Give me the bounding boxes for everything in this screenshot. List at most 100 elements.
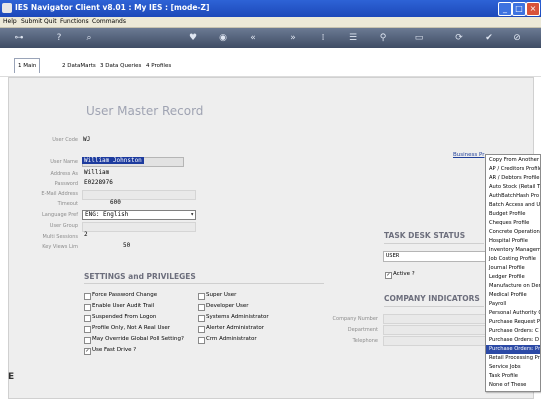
company-number-label: Company Number [332, 316, 378, 322]
fast-drive-label: Use Fast Drive ? [92, 347, 137, 353]
timeout-value[interactable]: 600 [110, 199, 121, 206]
context-menu-item[interactable]: AR / Debtors Profile [489, 174, 540, 183]
company-number-field[interactable] [383, 314, 487, 324]
super-user-checkbox[interactable] [198, 293, 205, 300]
prev-icon[interactable]: ◉ [216, 31, 230, 45]
menu-functions[interactable]: Functions [60, 18, 89, 25]
context-menu-item[interactable]: Payroll [489, 300, 540, 309]
user-name-value[interactable]: William Johnston [82, 157, 144, 164]
address-as-label: Address As [50, 171, 78, 177]
crm-admin-label: Crm Administrator [206, 336, 257, 342]
print-icon[interactable]: ▭ [412, 31, 426, 45]
menu-help[interactable]: Help [3, 18, 17, 25]
tab-datamarts[interactable]: 2 DataMarts [58, 58, 100, 74]
audit-trail-checkbox[interactable] [84, 304, 91, 311]
minimize-button[interactable]: _ [498, 2, 512, 16]
context-menu-item[interactable]: Purchase Orders: D [489, 336, 540, 345]
force-password-checkbox[interactable] [84, 293, 91, 300]
context-menu-item[interactable]: Ledger Profile [489, 273, 540, 282]
crm-admin-checkbox[interactable] [198, 337, 205, 344]
key-views-value[interactable]: 50 [123, 242, 130, 249]
password-value[interactable]: E0228976 [84, 179, 113, 186]
key-icon[interactable]: ⊶ [8, 31, 30, 45]
user-name-label: User Name [50, 159, 78, 165]
close-button[interactable]: × [526, 2, 540, 16]
first-icon[interactable]: « [246, 31, 260, 45]
context-menu-item[interactable]: Cheques Profile [489, 219, 540, 228]
accept-icon[interactable]: ✔ [482, 31, 496, 45]
maximize-button[interactable]: □ [512, 2, 526, 16]
last-icon[interactable]: » [286, 31, 300, 45]
business-profile-link[interactable]: Business Pr [453, 152, 484, 158]
context-menu-item[interactable]: Journal Profile [489, 264, 540, 273]
override-poll-label: May Override Global Poll Setting? [92, 336, 184, 342]
refresh-icon[interactable]: ⟳ [452, 31, 466, 45]
override-poll-checkbox[interactable] [84, 337, 91, 344]
help-icon[interactable]: ? [52, 31, 66, 45]
context-menu-item[interactable]: Purchase Orders: Pr [486, 345, 540, 354]
context-menu-item[interactable]: None of These [489, 381, 540, 390]
context-menu-item[interactable]: Retail Processing Pro [489, 354, 540, 363]
tab-data-queries[interactable]: 3 Data Queries [96, 58, 145, 74]
menu-quit[interactable]: Quit [44, 18, 57, 25]
context-menu-item[interactable]: Task Profile [489, 372, 540, 381]
context-menu-item[interactable]: Inventory Managem [489, 246, 540, 255]
task-desk-field[interactable]: USER [383, 251, 487, 262]
language-label: Language Pref [42, 212, 78, 218]
user-code-value[interactable]: WJ [83, 136, 90, 143]
tab-main[interactable]: 1 Main [14, 58, 41, 73]
context-menu-item[interactable]: Copy From Another [489, 156, 540, 165]
context-menu-item[interactable]: Hospital Profile [489, 237, 540, 246]
search-icon[interactable]: ⌕ [82, 31, 96, 45]
timeout-label: Timeout [57, 201, 78, 207]
menu-submit[interactable]: Submit [21, 18, 42, 25]
context-menu-item[interactable]: Budget Profile [489, 210, 540, 219]
list-icon[interactable]: ☰ [346, 31, 360, 45]
filter-icon[interactable]: ⚲ [376, 31, 390, 45]
language-value: ENG: English [85, 211, 129, 218]
context-menu-item[interactable]: Personal Authority C [489, 309, 540, 318]
heart-icon[interactable]: ♥ [186, 31, 200, 45]
context-menu-item[interactable]: Concrete Operation [489, 228, 540, 237]
active-checkbox[interactable]: ✓ [385, 272, 392, 279]
e-logo-icon: E [8, 372, 15, 382]
force-password-label: Force Password Change [92, 292, 158, 298]
department-field[interactable] [383, 325, 487, 335]
multi-sessions-value[interactable]: 2 [84, 231, 88, 238]
developer-user-checkbox[interactable] [198, 304, 205, 311]
context-menu-item[interactable]: Batch Access and U [489, 201, 540, 210]
user-group-field[interactable] [82, 222, 196, 232]
context-menu-item[interactable]: Purchase Request P [489, 318, 540, 327]
cancel-icon[interactable]: ⊘ [510, 31, 524, 45]
user-group-label: User Group [49, 223, 78, 229]
language-select[interactable]: ENG: English ▾ [82, 210, 196, 220]
profile-only-label: Profile Only, Not A Real User [92, 325, 170, 331]
menu-commands[interactable]: Commands [92, 18, 126, 25]
next-icon[interactable]: ⁞ [316, 31, 330, 45]
context-menu-item[interactable]: Auto Stock (Retail T [489, 183, 540, 192]
address-as-value[interactable]: William [84, 169, 109, 176]
page-title: User Master Record [86, 104, 204, 118]
alerter-admin-checkbox[interactable] [198, 326, 205, 333]
context-menu-item[interactable]: Manufacture on Den [489, 282, 540, 291]
key-views-label: Key Views Lim [42, 244, 78, 250]
tab-profiles[interactable]: 4 Profiles [142, 58, 175, 74]
email-field[interactable] [82, 190, 196, 200]
profile-only-checkbox[interactable] [84, 326, 91, 333]
context-menu-item[interactable]: Medical Profile [489, 291, 540, 300]
context-menu-item[interactable]: AP / Creditors Profile [489, 165, 540, 174]
context-menu-item[interactable]: Purchase Orders: C [489, 327, 540, 336]
window-title: IES Navigator Client v8.01 : My IES : [m… [15, 3, 210, 12]
super-user-label: Super User [206, 292, 237, 298]
context-menu-item[interactable]: Service Jobs [489, 363, 540, 372]
telephone-field[interactable] [383, 336, 487, 346]
chevron-down-icon[interactable]: ▾ [190, 211, 194, 219]
multi-sessions-label: Multi Sessions [42, 234, 79, 240]
context-menu-item[interactable]: Job Costing Profile [489, 255, 540, 264]
fast-drive-checkbox[interactable]: ✓ [84, 348, 91, 355]
settings-divider [84, 283, 324, 284]
suspended-checkbox[interactable] [84, 315, 91, 322]
sysadmin-checkbox[interactable] [198, 315, 205, 322]
context-menu-item[interactable]: AuthBatchHash Pro [489, 192, 540, 201]
email-label: E-Mail Address [41, 191, 78, 197]
